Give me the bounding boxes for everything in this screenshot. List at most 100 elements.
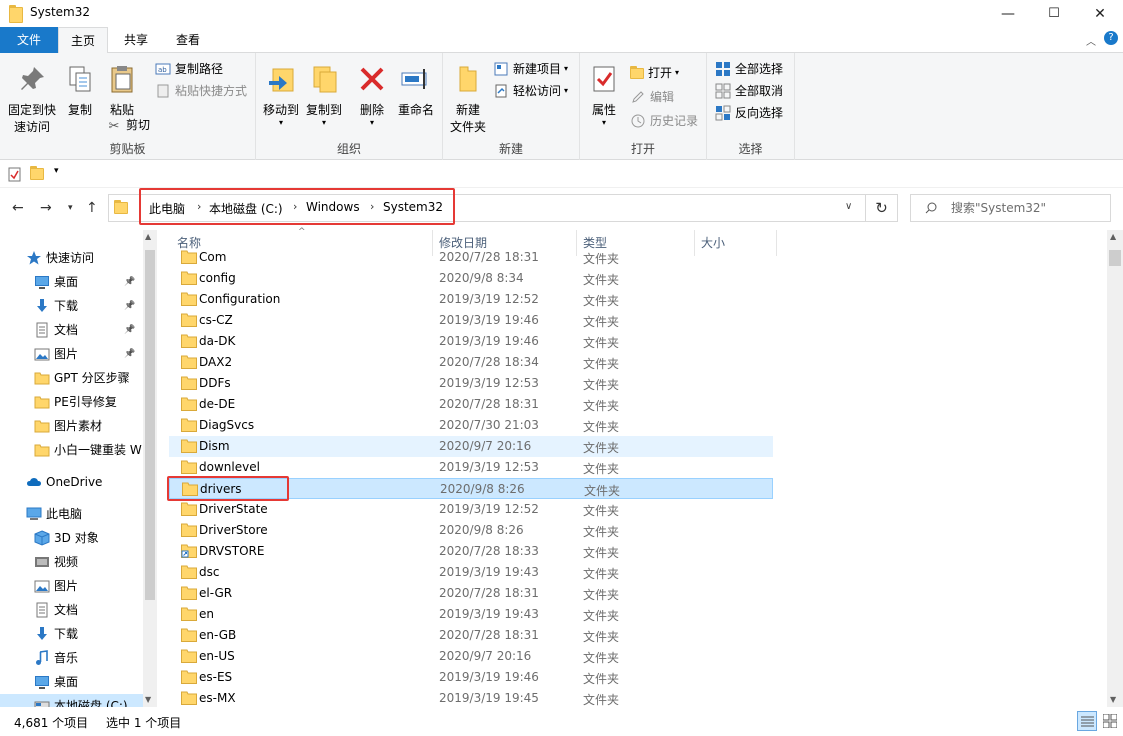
easy-access-label: 轻松访问 bbox=[513, 84, 562, 98]
cut-button[interactable]: ✂ 剪切 bbox=[106, 115, 150, 135]
scroll-up-icon[interactable]: ▲ bbox=[1110, 232, 1116, 241]
forward-arrow-icon[interactable]: → bbox=[40, 200, 52, 216]
file-row[interactable]: Dism 2020/9/7 20:16 文件夹 bbox=[169, 436, 773, 457]
easy-access-button[interactable]: 轻松访问 ▾ bbox=[493, 81, 568, 101]
select-all-label: 全部选择 bbox=[735, 62, 784, 76]
scroll-up-icon[interactable]: ▲ bbox=[145, 232, 151, 241]
sidebar-item[interactable]: PE引导修复 bbox=[0, 390, 143, 414]
file-type: 文件夹 bbox=[583, 357, 620, 371]
scissors-icon: ✂ bbox=[108, 119, 120, 134]
collapse-ribbon-icon[interactable]: ︿ bbox=[1086, 33, 1096, 48]
sidebar-item[interactable]: OneDrive bbox=[0, 470, 143, 494]
pin-button[interactable]: 固定到快速访问 bbox=[4, 63, 60, 136]
file-row[interactable]: DiagSvcs 2020/7/30 21:03 文件夹 bbox=[169, 415, 773, 436]
select-all-icon bbox=[716, 62, 730, 76]
up-arrow-icon[interactable]: ↑ bbox=[86, 200, 98, 216]
folder-icon bbox=[181, 376, 197, 390]
file-name: Configuration bbox=[199, 292, 281, 306]
sidebar-item[interactable]: 此电脑 bbox=[0, 502, 143, 526]
maximize-button[interactable]: ☐ bbox=[1031, 0, 1077, 27]
file-row[interactable]: DriverState 2019/3/19 12:52 文件夹 bbox=[169, 499, 773, 520]
properties-qat-icon[interactable] bbox=[8, 167, 21, 182]
tab-share[interactable]: 共享 bbox=[112, 27, 160, 53]
file-row[interactable]: DAX2 2020/7/28 18:34 文件夹 bbox=[169, 352, 773, 373]
new-folder-button[interactable]: 新建 文件夹 bbox=[445, 63, 491, 136]
new-item-button[interactable]: 新建项目 ▾ bbox=[493, 59, 568, 79]
close-button[interactable]: ✕ bbox=[1077, 0, 1123, 27]
file-row[interactable]: en-US 2020/9/7 20:16 文件夹 bbox=[169, 646, 773, 667]
copy-to-button[interactable]: 复制到 ▾ bbox=[304, 63, 344, 127]
file-row[interactable]: DDFs 2019/3/19 12:53 文件夹 bbox=[169, 373, 773, 394]
address-history-icon[interactable]: ∨ bbox=[845, 201, 852, 212]
pin-icon: 📌 bbox=[124, 349, 136, 359]
file-row[interactable]: el-GR 2020/7/28 18:31 文件夹 bbox=[169, 583, 773, 604]
edit-button[interactable]: 编辑 bbox=[630, 87, 674, 107]
sidebar-item[interactable]: 桌面 bbox=[0, 670, 143, 694]
file-name: Dism bbox=[199, 439, 230, 453]
qat-dropdown-icon[interactable]: ▾ bbox=[54, 166, 59, 176]
minimize-button[interactable]: — bbox=[985, 0, 1031, 27]
file-row[interactable]: es-ES 2019/3/19 19:46 文件夹 bbox=[169, 667, 773, 688]
tab-home[interactable]: 主页 bbox=[58, 27, 108, 54]
file-row[interactable]: DriverStore 2020/9/8 8:26 文件夹 bbox=[169, 520, 773, 541]
file-row[interactable]: Configuration 2019/3/19 12:52 文件夹 bbox=[169, 289, 773, 310]
file-list-scrollbar[interactable]: ▲ ▼ bbox=[1107, 230, 1123, 707]
details-view-button[interactable] bbox=[1077, 711, 1097, 731]
delete-button[interactable]: 删除 ▾ bbox=[354, 63, 390, 127]
sidebar-item[interactable]: 快速访问 bbox=[0, 246, 143, 270]
file-row[interactable]: dsc 2019/3/19 19:43 文件夹 bbox=[169, 562, 773, 583]
move-to-button[interactable]: 移动到 ▾ bbox=[260, 63, 302, 127]
sidebar-item[interactable]: 图片 bbox=[0, 574, 143, 598]
refresh-button[interactable]: ↻ bbox=[866, 194, 898, 222]
file-row[interactable]: downlevel 2019/3/19 12:53 文件夹 bbox=[169, 457, 773, 478]
new-folder-qat-icon[interactable] bbox=[30, 166, 44, 180]
help-icon[interactable]: ? bbox=[1104, 31, 1118, 45]
sidebar-item[interactable]: 图片 📌 bbox=[0, 342, 143, 366]
file-row[interactable]: Com 2020/7/28 18:31 文件夹 bbox=[169, 247, 773, 268]
select-all-button[interactable]: 全部选择 bbox=[715, 59, 783, 79]
file-row[interactable]: en-GB 2020/7/28 18:31 文件夹 bbox=[169, 625, 773, 646]
sidebar-item-label: 下载 bbox=[54, 299, 79, 313]
file-row[interactable]: en 2019/3/19 19:43 文件夹 bbox=[169, 604, 773, 625]
file-type: 文件夹 bbox=[583, 693, 620, 707]
rename-button[interactable]: 重命名 bbox=[394, 63, 438, 119]
copy-button[interactable]: 复制 bbox=[62, 63, 98, 119]
sidebar-scrollbar-thumb[interactable] bbox=[145, 250, 155, 600]
file-row[interactable]: es-MX 2019/3/19 19:45 文件夹 bbox=[169, 688, 773, 709]
invert-selection-button[interactable]: 反向选择 bbox=[715, 103, 783, 123]
back-arrow-icon[interactable]: ← bbox=[12, 200, 24, 216]
delete-icon bbox=[360, 67, 384, 91]
recent-locations-icon[interactable]: ▾ bbox=[68, 203, 73, 213]
sidebar-item[interactable]: 桌面 📌 bbox=[0, 270, 143, 294]
file-row[interactable]: cs-CZ 2019/3/19 19:46 文件夹 bbox=[169, 310, 773, 331]
paste-shortcut-button[interactable]: 粘贴快捷方式 bbox=[155, 81, 247, 101]
scroll-down-icon[interactable]: ▼ bbox=[145, 695, 151, 704]
paste-button[interactable]: 粘贴 bbox=[102, 63, 142, 119]
sidebar-item[interactable]: 下载 📌 bbox=[0, 294, 143, 318]
file-row[interactable]: DRVSTORE 2020/7/28 18:33 文件夹 bbox=[169, 541, 773, 562]
scroll-down-icon[interactable]: ▼ bbox=[1110, 695, 1116, 704]
sidebar-item[interactable]: 小白一键重装 W bbox=[0, 438, 143, 462]
properties-button[interactable]: 属性 ▾ bbox=[586, 63, 622, 127]
tab-file[interactable]: 文件 bbox=[0, 27, 58, 53]
select-none-button[interactable]: 全部取消 bbox=[715, 81, 783, 101]
file-row[interactable]: da-DK 2019/3/19 19:46 文件夹 bbox=[169, 331, 773, 352]
sidebar-item[interactable]: 图片素材 bbox=[0, 414, 143, 438]
sidebar-item[interactable]: 文档 bbox=[0, 598, 143, 622]
copy-path-button[interactable]: ab 复制路径 bbox=[155, 59, 223, 79]
sidebar-item[interactable]: 下载 bbox=[0, 622, 143, 646]
file-row[interactable]: de-DE 2020/7/28 18:31 文件夹 bbox=[169, 394, 773, 415]
copy-icon bbox=[69, 66, 91, 92]
sidebar-item[interactable]: 3D 对象 bbox=[0, 526, 143, 550]
sidebar-item[interactable]: 视频 bbox=[0, 550, 143, 574]
tab-view[interactable]: 查看 bbox=[164, 27, 212, 53]
sidebar-item[interactable]: GPT 分区步骤 bbox=[0, 366, 143, 390]
large-icons-view-button[interactable] bbox=[1100, 711, 1120, 731]
search-input[interactable]: 搜索"System32" bbox=[910, 194, 1111, 222]
sidebar-item[interactable]: 音乐 bbox=[0, 646, 143, 670]
file-row[interactable]: config 2020/9/8 8:34 文件夹 bbox=[169, 268, 773, 289]
open-button[interactable]: 打开 ▾ bbox=[630, 63, 679, 83]
history-button[interactable]: 历史记录 bbox=[630, 111, 698, 131]
sidebar-item[interactable]: 文档 📌 bbox=[0, 318, 143, 342]
file-list-scrollbar-thumb[interactable] bbox=[1109, 250, 1121, 266]
